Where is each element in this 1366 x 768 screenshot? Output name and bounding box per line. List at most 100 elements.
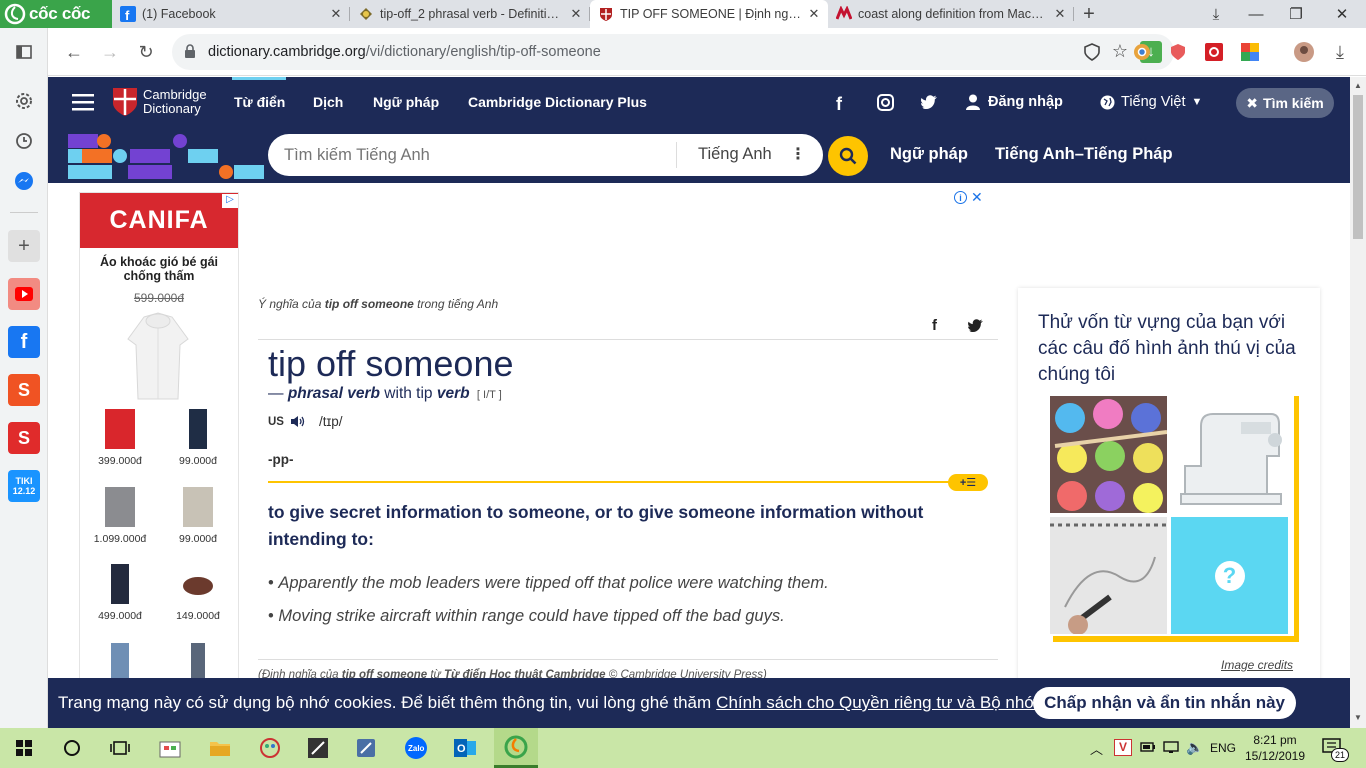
facebook-social-icon[interactable]: f xyxy=(836,94,842,115)
instagram-icon[interactable] xyxy=(877,94,894,111)
reload-icon[interactable]: ↻ xyxy=(132,38,160,66)
downloads-icon[interactable]: ⤓ xyxy=(1326,38,1354,66)
scroll-down-icon[interactable]: ▼ xyxy=(1354,713,1362,722)
zalo-icon[interactable]: Zalo xyxy=(400,732,432,764)
sidebar-toggle-icon[interactable] xyxy=(8,36,40,68)
nav-translate[interactable]: Dịch xyxy=(313,94,343,110)
sendo-icon[interactable]: S xyxy=(8,422,40,454)
new-tab-button[interactable]: + xyxy=(1074,3,1104,26)
nav-dictionary-plus[interactable]: Cambridge Dictionary Plus xyxy=(468,94,647,110)
url-bar[interactable]: dictionary.cambridge.org/vi/dictionary/e… xyxy=(172,34,1174,70)
search-toggle-button[interactable]: ✖ Tìm kiếm xyxy=(1236,88,1334,118)
shield-icon[interactable] xyxy=(1084,43,1100,61)
search-button[interactable] xyxy=(828,136,868,176)
quiz-image-sewing-machine[interactable] xyxy=(1171,396,1288,513)
language-indicator[interactable]: ENG xyxy=(1210,741,1236,755)
ad-info-icon[interactable]: i xyxy=(954,191,967,204)
battery-icon[interactable] xyxy=(1140,740,1156,754)
ad-close-icon[interactable]: ✕ xyxy=(971,189,983,206)
add-to-wordlist-icon[interactable]: +☰ xyxy=(948,474,988,491)
settings-gear-icon[interactable] xyxy=(8,85,40,117)
pos-verb-link[interactable]: verb xyxy=(437,385,470,402)
windows-start-icon[interactable] xyxy=(8,732,40,764)
extension-chrome-icon[interactable] xyxy=(1128,38,1156,66)
ad-product[interactable]: 399.000đ xyxy=(90,409,150,467)
tab-search-icon[interactable]: ⤓ xyxy=(1196,0,1236,28)
search-input[interactable] xyxy=(284,145,674,165)
tab-macmillan[interactable]: coast along definition from Macmillan Di… xyxy=(828,0,1074,28)
file-explorer-icon[interactable] xyxy=(204,732,236,764)
ad-banner-left[interactable]: CANIFA ▷ Áo khoác gió bé gái chống thấm … xyxy=(79,192,239,728)
app-icon-tools[interactable] xyxy=(350,732,382,764)
app-icon-store[interactable] xyxy=(154,732,186,764)
history-icon[interactable] xyxy=(8,125,40,157)
cambridge-logo[interactable]: Cambridge Dictionary xyxy=(112,87,207,117)
scroll-up-icon[interactable]: ▲ xyxy=(1354,81,1362,90)
coccoc-brand-button[interactable]: cốc cốc xyxy=(0,0,112,28)
quiz-image-unknown[interactable]: ? xyxy=(1171,517,1288,634)
share-twitter-icon[interactable] xyxy=(968,319,983,332)
share-facebook-icon[interactable]: f xyxy=(932,317,937,334)
nav-dictionary[interactable]: Từ điển xyxy=(234,94,285,110)
restore-icon[interactable]: ❐ xyxy=(1276,0,1316,28)
scrollbar-thumb[interactable] xyxy=(1353,95,1363,239)
system-clock[interactable]: 8:21 pm 15/12/2019 xyxy=(1240,732,1310,764)
menu-hamburger-icon[interactable] xyxy=(72,93,94,111)
accept-cookies-button[interactable]: Chấp nhận và ẩn tin nhắn này xyxy=(1033,687,1296,719)
tray-chevron-icon[interactable]: ︿ xyxy=(1090,739,1103,758)
ad-product[interactable]: 149.000đ xyxy=(168,564,228,622)
ad-choices-icon[interactable]: ▷ xyxy=(222,194,238,208)
volume-icon[interactable]: 🔈 xyxy=(1186,739,1203,756)
app-icon-notes[interactable] xyxy=(302,732,334,764)
ad-product[interactable]: 499.000đ xyxy=(90,564,150,622)
image-credits-link[interactable]: Image credits xyxy=(1221,658,1293,672)
close-window-icon[interactable]: ✕ xyxy=(1322,0,1362,28)
shopee-icon[interactable]: S xyxy=(8,374,40,406)
extension-grid-icon[interactable] xyxy=(1236,38,1264,66)
app-icon-paint[interactable] xyxy=(254,732,286,764)
network-icon[interactable] xyxy=(1163,740,1179,754)
quiz-promo-box[interactable]: Thử vốn từ vựng của bạn với các câu đố h… xyxy=(1018,288,1320,728)
adblock-icon[interactable] xyxy=(1164,38,1192,66)
ad-product[interactable]: 1.099.000đ xyxy=(90,487,150,545)
coccoc-taskbar-icon[interactable] xyxy=(494,728,538,768)
quicklink-english-french[interactable]: Tiếng Anh–Tiếng Pháp xyxy=(995,145,1173,164)
minimize-icon[interactable]: — xyxy=(1236,0,1276,28)
pronunciation-row: US /tɪp/ xyxy=(268,414,343,429)
close-tab-icon[interactable]: ✕ xyxy=(808,6,820,22)
back-icon[interactable]: ← xyxy=(60,38,88,66)
ad-product[interactable]: 99.000đ xyxy=(168,409,228,467)
quiz-image-sketch[interactable] xyxy=(1050,517,1167,634)
cortana-search-icon[interactable] xyxy=(56,732,88,764)
close-tab-icon[interactable]: ✕ xyxy=(570,6,582,22)
unikey-ime-indicator[interactable]: V xyxy=(1114,739,1132,756)
add-shortcut-icon[interactable]: + xyxy=(8,230,40,262)
quiz-image-paints[interactable] xyxy=(1050,396,1167,513)
nav-grammar[interactable]: Ngữ pháp xyxy=(373,94,439,110)
tab-facebook[interactable]: f (1) Facebook ✕ xyxy=(112,0,350,28)
quicklink-grammar[interactable]: Ngữ pháp xyxy=(890,145,968,164)
forward-icon[interactable]: → xyxy=(96,38,124,66)
task-view-icon[interactable] xyxy=(104,732,136,764)
outlook-icon[interactable]: O xyxy=(449,732,481,764)
audio-speaker-icon[interactable] xyxy=(290,415,305,428)
profile-avatar-icon[interactable] xyxy=(1290,38,1318,66)
page-scrollbar[interactable]: ▲ ▼ xyxy=(1350,77,1366,728)
facebook-shortcut-icon[interactable]: f xyxy=(8,326,40,358)
close-tab-icon[interactable]: ✕ xyxy=(330,6,342,22)
extension-red-icon[interactable] xyxy=(1200,38,1228,66)
bookmark-star-icon[interactable]: ☆ xyxy=(1112,41,1128,62)
youtube-icon[interactable] xyxy=(8,278,40,310)
tiki-icon[interactable]: TIKI 12.12 xyxy=(8,470,40,502)
login-button[interactable]: Đăng nhập xyxy=(966,94,1063,110)
dictionary-selector[interactable]: Tiếng Anh xyxy=(698,145,772,164)
twitter-icon[interactable] xyxy=(921,95,937,109)
more-options-icon[interactable]: ⋮ xyxy=(790,144,806,164)
ad-product[interactable]: 99.000đ xyxy=(168,487,228,545)
tab-cambridge-active[interactable]: TIP OFF SOMEONE | Định nghĩa trong Từ đi… xyxy=(590,0,828,28)
tab-oxford[interactable]: tip-off_2 phrasal verb - Definition, pic… xyxy=(350,0,590,28)
language-selector[interactable]: Tiếng Việt ▼ xyxy=(1100,94,1202,110)
close-tab-icon[interactable]: ✕ xyxy=(1054,6,1066,22)
messenger-icon[interactable] xyxy=(8,165,40,197)
pos-dash: — xyxy=(268,385,288,402)
